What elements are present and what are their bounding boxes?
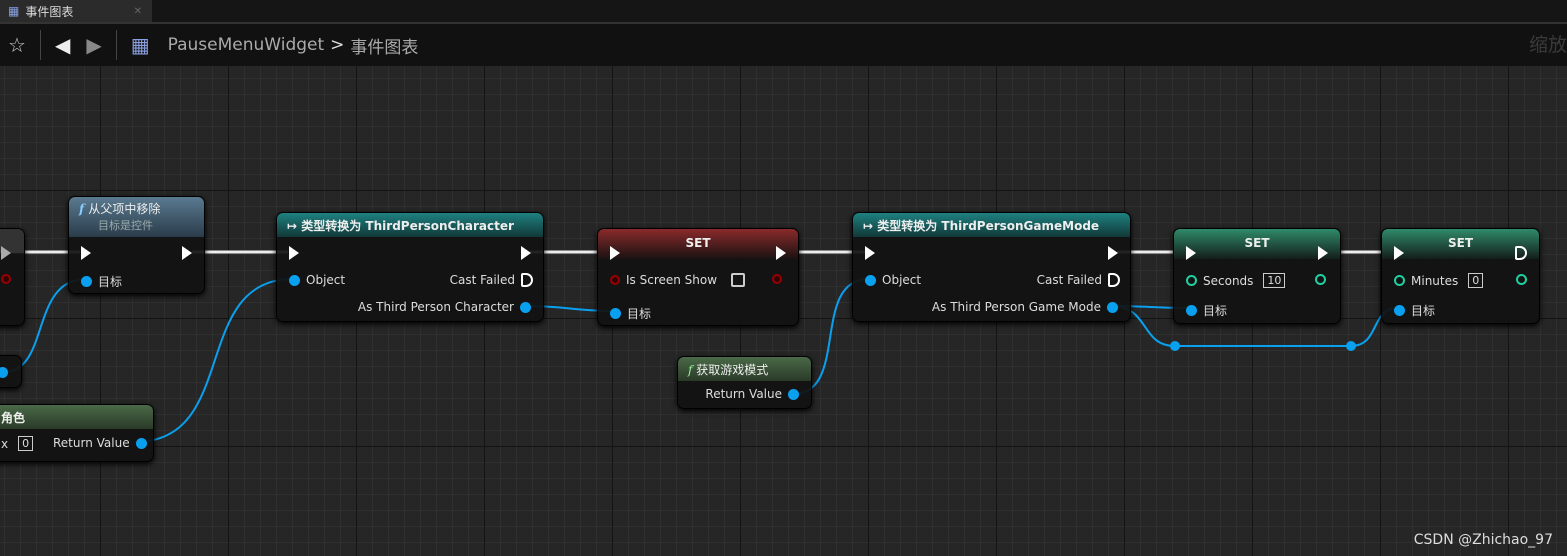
set-minutes-node[interactable]: SET Minutes 0 目标 bbox=[1381, 228, 1540, 324]
exec-in-pin[interactable] bbox=[289, 246, 299, 260]
exec-out-pin[interactable] bbox=[521, 246, 531, 260]
bool-pin[interactable] bbox=[610, 275, 620, 285]
remove-from-parent-node[interactable]: f 从父项中移除 目标是控件 目标 bbox=[68, 196, 205, 294]
exec-in-pin[interactable] bbox=[610, 246, 620, 260]
exec-out-pin[interactable] bbox=[1108, 246, 1118, 260]
object-pin[interactable] bbox=[135, 437, 147, 449]
int-out-pin[interactable] bbox=[1516, 274, 1527, 285]
set-seconds-node[interactable]: SET Seconds 10 目标 bbox=[1173, 228, 1341, 324]
cast-icon: ↦ bbox=[863, 219, 874, 233]
cast-failed-pin[interactable] bbox=[1108, 273, 1120, 287]
exec-out-pin[interactable] bbox=[182, 246, 192, 260]
object-pin[interactable] bbox=[865, 274, 876, 286]
int-pin[interactable] bbox=[1186, 275, 1197, 286]
exec-out-pin[interactable] bbox=[776, 246, 786, 260]
target-pin[interactable] bbox=[1394, 305, 1405, 316]
exec-out-pin[interactable] bbox=[1515, 246, 1527, 260]
exec-in-pin[interactable] bbox=[865, 246, 875, 260]
partial-node[interactable] bbox=[0, 355, 22, 388]
function-icon: f bbox=[79, 202, 85, 216]
int-out-pin[interactable] bbox=[1315, 274, 1326, 285]
object-pin[interactable] bbox=[1107, 301, 1118, 313]
object-pin[interactable] bbox=[0, 367, 8, 378]
bool-out-pin[interactable] bbox=[772, 274, 782, 284]
seconds-input[interactable]: 10 bbox=[1263, 273, 1286, 288]
watermark: CSDN @Zhichao_97 bbox=[1413, 532, 1553, 548]
minutes-input[interactable]: 0 bbox=[1468, 273, 1484, 288]
exec-in-pin[interactable] bbox=[1186, 246, 1196, 260]
cast-failed-pin[interactable] bbox=[521, 273, 533, 287]
target-pin[interactable] bbox=[81, 276, 92, 287]
int-pin[interactable] bbox=[1394, 275, 1405, 286]
cast-icon: ↦ bbox=[287, 219, 298, 233]
object-pin[interactable] bbox=[289, 274, 300, 286]
is-screen-show-checkbox[interactable] bbox=[731, 273, 746, 287]
target-pin[interactable] bbox=[610, 308, 621, 319]
cast-to-game-mode-node[interactable]: ↦ 类型转换为 ThirdPersonGameMode Object Cast … bbox=[852, 212, 1131, 322]
exec-out-pin[interactable] bbox=[1318, 246, 1328, 260]
reroute-node bbox=[1170, 341, 1180, 351]
index-input[interactable]: 0 bbox=[18, 436, 34, 451]
object-pin[interactable] bbox=[520, 301, 531, 313]
function-icon: f bbox=[688, 363, 693, 377]
get-character-node[interactable]: 角色 x0 Return Value bbox=[0, 404, 154, 462]
object-wire bbox=[134, 278, 294, 443]
bool-pin[interactable] bbox=[1, 274, 11, 284]
cast-to-character-node[interactable]: ↦ 类型转换为 ThirdPersonCharacter Object Cast… bbox=[276, 212, 544, 322]
set-is-screen-show-node[interactable]: SET Is Screen Show 目标 bbox=[597, 228, 799, 326]
target-pin[interactable] bbox=[1186, 305, 1197, 316]
partial-node[interactable] bbox=[0, 228, 25, 326]
get-game-mode-node[interactable]: f 获取游戏模式 Return Value bbox=[677, 356, 812, 409]
exec-in-pin[interactable] bbox=[81, 246, 91, 260]
exec-in-pin[interactable] bbox=[1394, 246, 1404, 260]
reroute-node bbox=[1346, 341, 1356, 351]
object-pin[interactable] bbox=[788, 388, 799, 400]
